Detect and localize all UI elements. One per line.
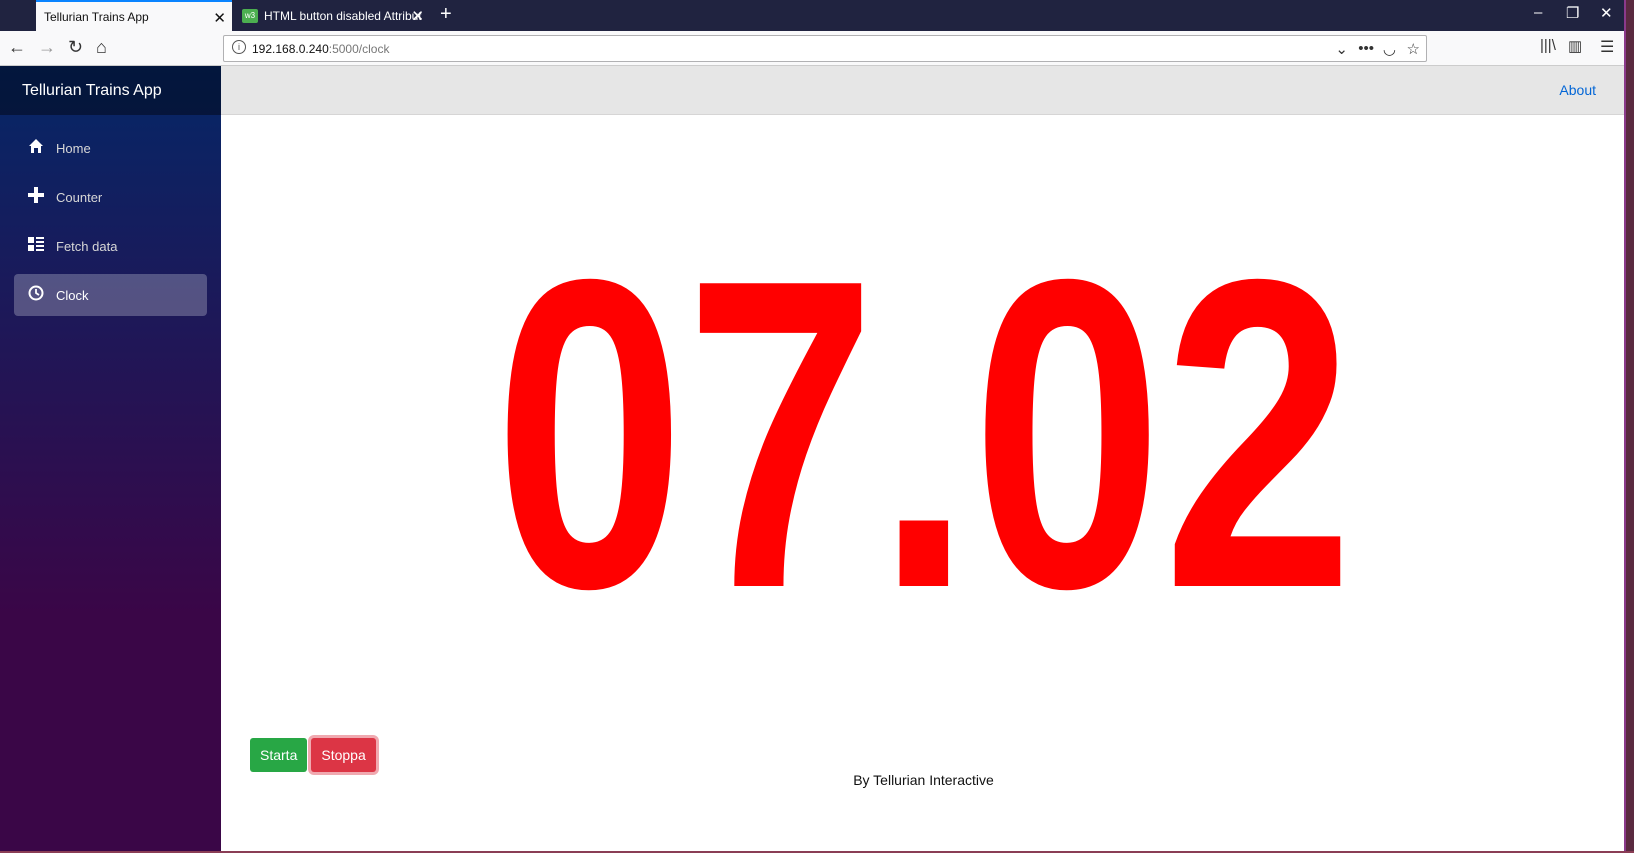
- sidebar-item-home[interactable]: Home: [14, 127, 207, 169]
- more-icon[interactable]: •••: [1358, 40, 1374, 57]
- home-icon: [27, 138, 45, 156]
- url-bar[interactable]: i 192.168.0.240:5000/clock ⌄ ••• ◡ ☆: [223, 35, 1427, 62]
- home-button-icon[interactable]: ⌂: [96, 37, 107, 58]
- minimize-icon[interactable]: –: [1534, 4, 1542, 21]
- forward-icon[interactable]: →: [38, 37, 56, 58]
- stop-button[interactable]: Stoppa: [311, 738, 376, 772]
- close-icon[interactable]: ✕: [213, 9, 226, 27]
- about-link[interactable]: About: [1559, 82, 1596, 98]
- clock-time: 07.02: [494, 189, 1354, 680]
- app-brand[interactable]: Tellurian Trains App: [0, 66, 221, 115]
- clock-controls: Starta Stoppa: [250, 738, 376, 772]
- close-icon[interactable]: ✕: [411, 7, 424, 25]
- tab-html-button[interactable]: w3 HTML button disabled Attribut ✕: [234, 0, 430, 31]
- chevron-down-icon[interactable]: ⌄: [1335, 40, 1348, 58]
- start-button[interactable]: Starta: [250, 738, 308, 772]
- sidebar-item-counter[interactable]: Counter: [14, 176, 207, 218]
- top-row: About: [221, 66, 1624, 115]
- tab-label: HTML button disabled Attribut: [264, 8, 422, 23]
- window-close-icon[interactable]: ✕: [1600, 4, 1613, 22]
- sidebar-item-fetch-data[interactable]: Fetch data: [14, 225, 207, 267]
- url-host: 192.168.0.240: [252, 41, 329, 56]
- sidebar-item-label: Counter: [56, 189, 103, 205]
- back-icon[interactable]: ←: [8, 37, 26, 58]
- sidebar-item-label: Fetch data: [56, 238, 118, 254]
- browser-toolbar: ← → ↻ ⌂ i 192.168.0.240:5000/clock ⌄ •••…: [0, 31, 1624, 66]
- sidebar-toggle-icon[interactable]: ▥: [1568, 37, 1582, 55]
- pocket-icon[interactable]: ◡: [1383, 40, 1396, 58]
- info-icon[interactable]: i: [232, 40, 246, 54]
- clock-icon: [27, 285, 45, 303]
- main-content: About 07.02 Starta Stoppa By Tellurian I…: [221, 66, 1624, 851]
- sidebar-item-label: Clock: [56, 287, 89, 303]
- reload-icon[interactable]: ↻: [68, 37, 83, 58]
- tab-label: Tellurian Trains App: [44, 9, 149, 24]
- app-sidebar: Tellurian Trains App Home Counter Fetch …: [0, 66, 221, 851]
- browser-window: Tellurian Trains App ✕ w3 HTML button di…: [0, 0, 1626, 851]
- clock-svg: 07.02: [494, 189, 1354, 680]
- menu-icon[interactable]: ☰: [1600, 37, 1614, 57]
- bookmark-star-icon[interactable]: ☆: [1407, 40, 1420, 58]
- maximize-icon[interactable]: ❐: [1566, 4, 1579, 22]
- sidebar-item-label: Home: [56, 140, 91, 156]
- w3-favicon-icon: w3: [242, 8, 258, 23]
- list-icon: [27, 236, 45, 254]
- plus-icon: [27, 187, 45, 205]
- library-icon[interactable]: |||\: [1540, 37, 1556, 54]
- sidebar-item-clock[interactable]: Clock: [14, 274, 207, 316]
- clock-display: 07.02: [221, 189, 1624, 680]
- url-path: :5000/clock: [328, 41, 390, 56]
- tab-strip: Tellurian Trains App ✕ w3 HTML button di…: [0, 0, 1624, 31]
- tab-tellurian[interactable]: Tellurian Trains App ✕: [36, 0, 232, 31]
- footer-text: By Tellurian Interactive: [853, 772, 994, 788]
- new-tab-icon[interactable]: +: [440, 3, 452, 26]
